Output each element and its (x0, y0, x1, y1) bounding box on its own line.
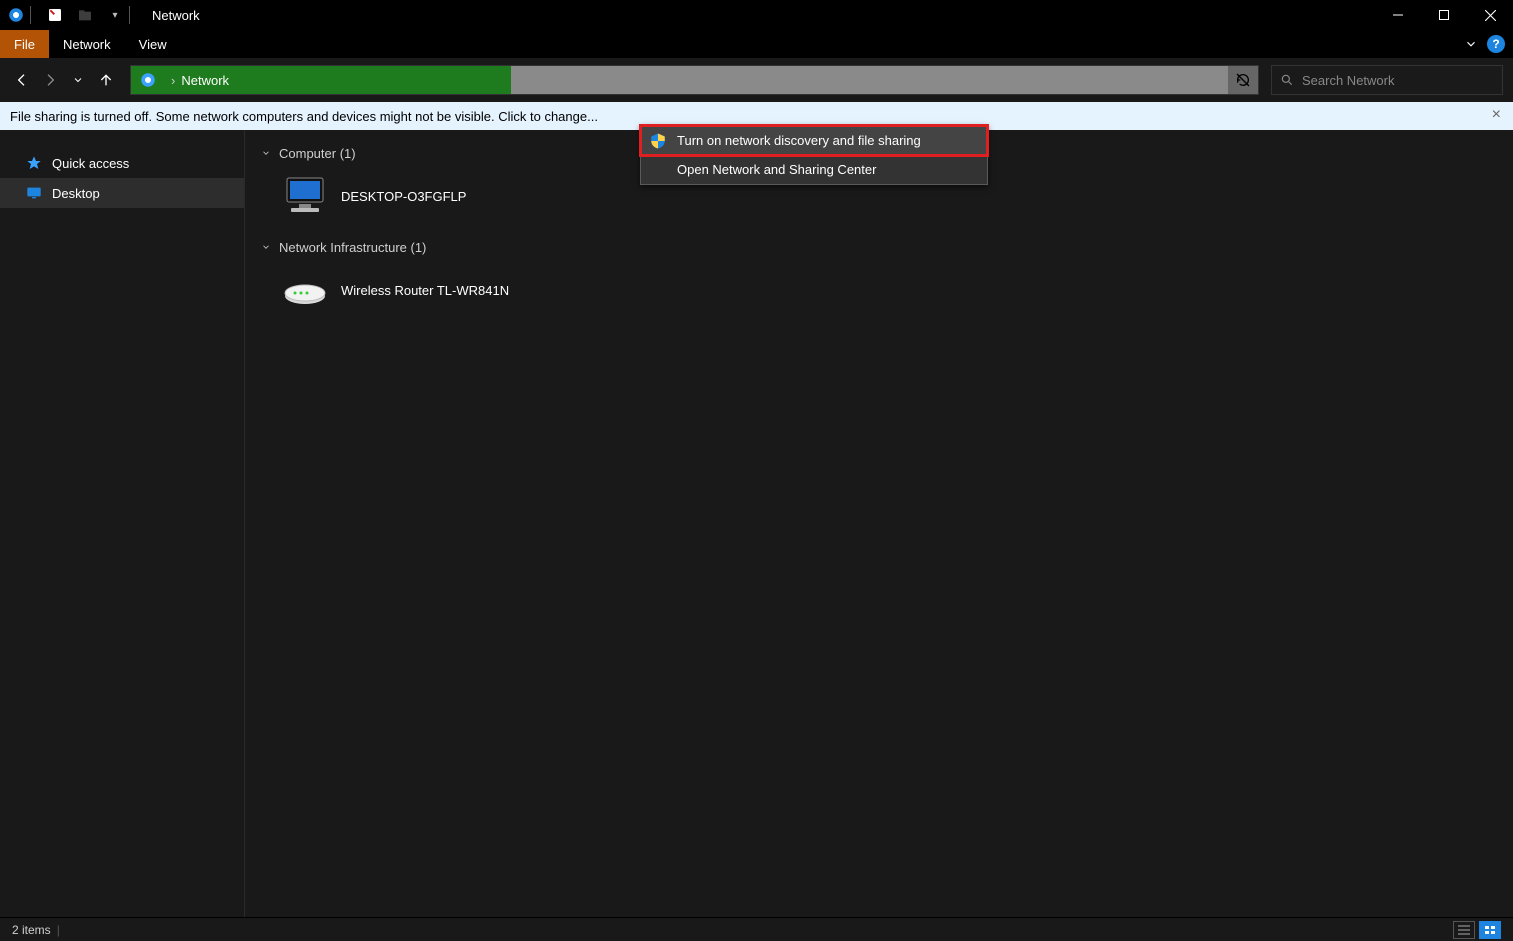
menu-item-label: Turn on network discovery and file shari… (677, 133, 921, 148)
quick-access-toolbar: ▾ (39, 5, 125, 25)
qat-customize-icon[interactable]: ▾ (105, 5, 125, 25)
group-header-label: Computer (1) (279, 146, 356, 161)
ribbon-collapse-icon[interactable] (1461, 34, 1481, 54)
status-item-count: 2 items (12, 923, 51, 937)
sidebar-item-label: Desktop (52, 186, 100, 201)
sidebar-item-quick-access[interactable]: Quick access (0, 148, 244, 178)
sidebar-item-label: Quick access (52, 156, 129, 171)
menu-item-turn-on-discovery[interactable]: Turn on network discovery and file shari… (641, 126, 987, 155)
address-bar-segment[interactable]: › Network (131, 66, 511, 94)
router-icon (281, 266, 329, 314)
list-item-label: Wireless Router TL-WR841N (341, 283, 509, 298)
refresh-button[interactable] (1228, 66, 1258, 94)
separator (30, 6, 31, 24)
tab-file[interactable]: File (0, 30, 49, 58)
status-bar: 2 items | (0, 917, 1513, 941)
tab-network[interactable]: Network (49, 30, 125, 58)
view-details-button[interactable] (1453, 921, 1475, 939)
breadcrumb-chevron-icon[interactable]: › (171, 73, 175, 88)
menu-item-open-sharing-center[interactable]: Open Network and Sharing Center (641, 155, 987, 184)
navigation-row: › Network Search Network (0, 58, 1513, 102)
info-bar-message: File sharing is turned off. Some network… (10, 109, 598, 124)
uac-shield-icon (649, 132, 667, 150)
status-right (1453, 921, 1501, 939)
tab-view[interactable]: View (125, 30, 181, 58)
chevron-down-icon[interactable] (259, 240, 273, 254)
search-input[interactable]: Search Network (1271, 65, 1503, 95)
separator (129, 6, 130, 24)
address-text: Network (181, 73, 229, 88)
recent-locations-button[interactable] (66, 68, 90, 92)
search-placeholder: Search Network (1302, 73, 1394, 88)
minimize-button[interactable] (1375, 0, 1421, 30)
sidebar-item-desktop[interactable]: Desktop (0, 178, 244, 208)
new-folder-icon[interactable] (75, 5, 95, 25)
view-large-icons-button[interactable] (1479, 921, 1501, 939)
desktop-icon (26, 185, 42, 201)
chevron-down-icon[interactable] (259, 146, 273, 160)
content-pane[interactable]: Computer (1) DESKTOP-O3FGFLP Network Inf… (245, 130, 1513, 918)
help-icon[interactable]: ? (1487, 35, 1505, 53)
info-bar-close-icon[interactable]: × (1492, 106, 1501, 124)
separator: | (57, 923, 60, 937)
group-header-label: Network Infrastructure (1) (279, 240, 426, 255)
network-location-icon (137, 69, 159, 91)
search-icon (1272, 73, 1302, 87)
list-item-router[interactable]: Wireless Router TL-WR841N (259, 260, 1513, 320)
properties-icon[interactable] (45, 5, 65, 25)
menu-item-label: Open Network and Sharing Center (677, 162, 876, 177)
maximize-button[interactable] (1421, 0, 1467, 30)
title-bar-left: ▾ Network (0, 0, 200, 30)
group-header-network-infra[interactable]: Network Infrastructure (1) (259, 234, 1513, 260)
up-button[interactable] (94, 68, 118, 92)
computer-icon (281, 172, 329, 220)
forward-button[interactable] (38, 68, 62, 92)
navigation-pane: Quick access Desktop (0, 130, 245, 918)
ribbon-right: ? (1461, 30, 1505, 58)
window-controls (1375, 0, 1513, 30)
context-menu: Turn on network discovery and file shari… (640, 125, 988, 185)
ribbon-tabs: File Network View ? (0, 30, 1513, 58)
address-bar[interactable]: › Network (130, 65, 1259, 95)
back-button[interactable] (10, 68, 34, 92)
close-button[interactable] (1467, 0, 1513, 30)
title-bar: ▾ Network (0, 0, 1513, 30)
app-icon (6, 5, 26, 25)
main-body: Quick access Desktop Computer (1) (0, 130, 1513, 918)
window-title: Network (152, 8, 200, 23)
list-item-label: DESKTOP-O3FGFLP (341, 189, 466, 204)
star-icon (26, 155, 42, 171)
